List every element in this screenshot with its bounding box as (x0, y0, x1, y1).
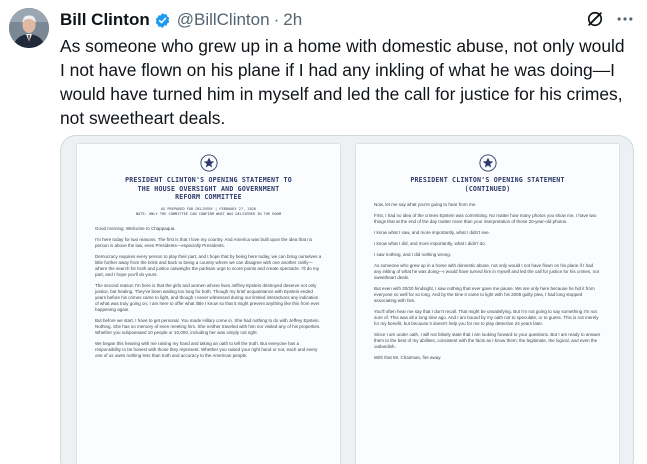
right-paragraph: I know what I did, and more importantly,… (374, 241, 486, 246)
left-paragraph: We began this hearing with me raising my… (95, 340, 318, 358)
grok-icon[interactable] (585, 9, 605, 34)
left-paragraph: Democracy requires every person to play … (95, 253, 322, 277)
left-title-line: THE HOUSE OVERSIGHT AND GOVERNMENT (137, 184, 280, 193)
right-paragraph: I saw nothing, and I did nothing wrong. (374, 252, 452, 257)
statement-page-left: PRESIDENT CLINTON'S OPENING STATEMENT TO… (77, 144, 340, 464)
left-paragraph: But before we start, I have to get perso… (95, 317, 321, 335)
left-title-line: PRESIDENT CLINTON'S OPENING STATEMENT TO (125, 176, 292, 184)
right-paragraph: With that Mr. Chairman, fire away. (374, 355, 442, 360)
author-avatar[interactable] (9, 8, 49, 48)
left-paragraph: The second reason I'm here is that the g… (95, 282, 320, 312)
avatar-portrait-image (9, 8, 49, 48)
right-paragraph: But even with 20/20 hindsight, I saw not… (374, 286, 595, 303)
right-paragraph: As someone who grew up in a home with do… (374, 263, 599, 280)
right-paragraph: You'll often hear me say that I don't re… (374, 309, 599, 326)
statement-page-right: PRESIDENT CLINTON'S OPENING STATEMENT (C… (356, 144, 619, 464)
tweet-media-image[interactable]: PRESIDENT CLINTON'S OPENING STATEMENT TO… (60, 135, 634, 464)
left-paragraph: I'm here today for two reasons. The firs… (95, 236, 313, 248)
left-body: Good morning. Welcome to Chappaqua. I'm … (95, 226, 322, 359)
presidential-seal-icon (478, 154, 497, 172)
right-paragraph: Now, let me say what you're going to hea… (374, 202, 477, 207)
header-separator: · (273, 10, 280, 29)
right-title-line: PRESIDENT CLINTON'S OPENING STATEMENT (410, 176, 565, 184)
verified-badge-icon (154, 12, 171, 29)
right-body: Now, let me say what you're going to hea… (374, 202, 601, 361)
right-title: PRESIDENT CLINTON'S OPENING STATEMENT (C… (374, 176, 601, 193)
left-meta: AS PREPARED FOR DELIVERY | FEBRUARY 27, … (95, 207, 322, 217)
tweet-timestamp[interactable]: 2h (283, 10, 302, 30)
author-name[interactable]: Bill Clinton (60, 10, 150, 30)
left-title: PRESIDENT CLINTON'S OPENING STATEMENT TO… (95, 176, 322, 202)
presidential-seal-icon (199, 154, 218, 172)
tweet-header: Bill Clinton @BillClinton · 2h (60, 8, 637, 32)
left-meta-line: NOTE: ONLY THE COMMITTEE CAN CONFIRM WHA… (136, 211, 281, 216)
right-paragraph: Since I am under oath, I will not falsel… (374, 332, 601, 349)
author-handle[interactable]: @BillClinton (177, 10, 270, 30)
right-paragraph: First, I had no idea of the crimes Epste… (374, 213, 597, 224)
left-title-line: REFORM COMMITTEE (175, 193, 242, 201)
left-paragraph: Good morning. Welcome to Chappaqua. (95, 225, 176, 231)
tweet-actions (585, 9, 635, 34)
tweet-text: As someone who grew up in a home with do… (60, 36, 625, 128)
right-paragraph: I know what I saw, and more importantly,… (374, 230, 490, 235)
right-title-line: (CONTINUED) (464, 184, 511, 193)
more-icon[interactable] (615, 9, 635, 34)
